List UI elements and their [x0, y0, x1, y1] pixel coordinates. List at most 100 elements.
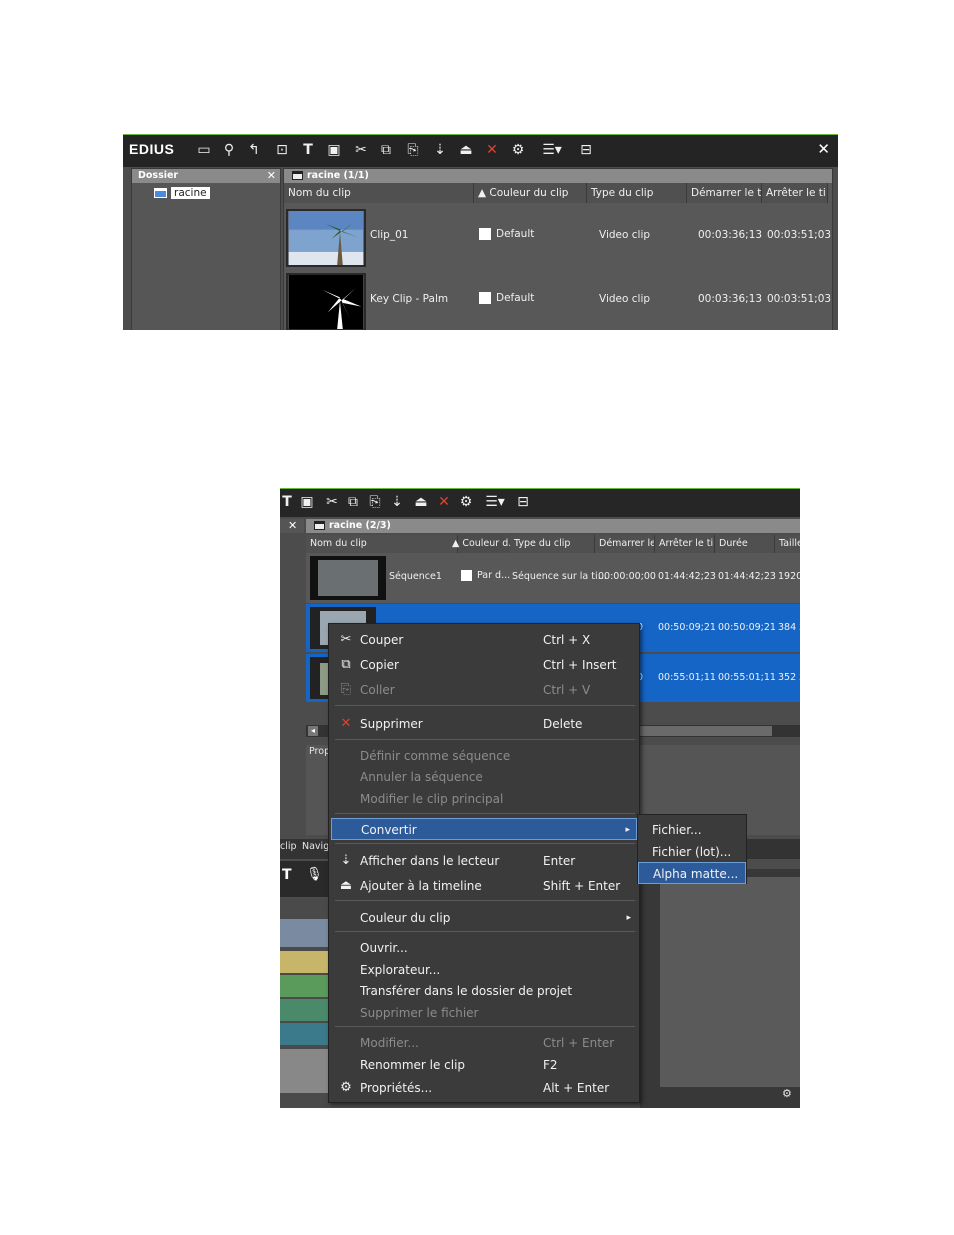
column-header[interactable]: Type du clip: [510, 535, 595, 553]
copy-icon[interactable]: ⧉: [344, 493, 362, 511]
submenu-item-fichier[interactable]: Fichier...: [638, 819, 746, 841]
microphone-icon[interactable]: 🎙: [306, 867, 323, 882]
column-header[interactable]: Arrêter le ti...: [655, 535, 715, 553]
search-icon[interactable]: ⚲: [220, 141, 238, 159]
menu-item-definir-sequence: Définir comme séquence: [329, 745, 639, 767]
folder-icon[interactable]: ▭: [195, 141, 213, 159]
scrollbar-thumb[interactable]: [636, 726, 772, 736]
clip-duration: 00:55:01;11: [718, 672, 776, 683]
preview-pane: ⚙: [640, 869, 800, 1108]
menu-separator: [335, 843, 635, 844]
clip-end: 01:44:42;23: [658, 571, 716, 582]
menu-item-couleur-clip[interactable]: Couleur du clip ▸: [329, 907, 639, 929]
paste-icon[interactable]: ⎘: [404, 141, 422, 159]
delete-icon[interactable]: ✕: [483, 141, 501, 159]
submenu-item-fichier-lot[interactable]: Fichier (lot)...: [638, 841, 746, 863]
close-icon[interactable]: ✕: [817, 140, 830, 158]
title-icon[interactable]: T: [282, 867, 292, 883]
add-timeline-icon[interactable]: ⏏: [412, 493, 430, 511]
submenu-item-label: Fichier...: [652, 823, 702, 837]
menu-item-explorateur[interactable]: Explorateur...: [329, 959, 639, 981]
player-icon[interactable]: ⇣: [431, 141, 449, 159]
menu-item-convertir[interactable]: Convertir ▸: [331, 818, 637, 840]
player-icon[interactable]: ⇣: [388, 493, 406, 511]
track-empty[interactable]: [280, 1049, 330, 1093]
tab-clip[interactable]: clip: [280, 841, 297, 852]
table-row[interactable]: Clip_01 Default Video clip 00:03:36;13 0…: [284, 207, 832, 267]
column-header[interactable]: Démarrer le ti...: [687, 183, 762, 203]
track-audio[interactable]: [280, 999, 330, 1021]
toolbar: T ▣ ✂ ⧉ ⎘ ⇣ ⏏ ✕ ⚙ ☰▾ ⊟: [280, 489, 800, 517]
submenu-item-alpha-matte[interactable]: Alpha matte...: [638, 862, 746, 884]
copy-icon[interactable]: ⧉: [377, 141, 395, 159]
scroll-left-icon[interactable]: ◂: [308, 726, 318, 736]
column-header[interactable]: ▲ Couleur d...: [448, 535, 510, 553]
bin-icon[interactable]: ⊟: [514, 493, 532, 511]
column-header[interactable]: Durée: [715, 535, 775, 553]
track-audio[interactable]: [280, 975, 330, 997]
convert-submenu: Fichier... Fichier (lot)... Alpha matte.…: [637, 814, 747, 884]
view-icon[interactable]: ☰▾: [480, 493, 510, 511]
tree-item-root[interactable]: racine: [154, 186, 210, 202]
properties-icon[interactable]: ⚙: [509, 141, 527, 159]
track-video[interactable]: [280, 919, 330, 947]
timeline-toolbar: T 🎙: [280, 861, 330, 897]
menu-item-label: Modifier...: [360, 1036, 419, 1050]
clip-start: 00:00:00;00: [598, 571, 656, 582]
column-header[interactable]: Démarrer le ...: [595, 535, 655, 553]
clip-end: 00:03:51;03: [767, 229, 832, 241]
menu-item-coller: ⎘ Coller Ctrl + V: [329, 679, 639, 701]
monitor-icon[interactable]: ▣: [298, 493, 316, 511]
column-header[interactable]: Nom du clip: [284, 183, 474, 203]
clip-pane-title: racine (2/3): [329, 520, 391, 531]
column-header[interactable]: ▲ Couleur du clip: [474, 183, 587, 203]
column-header[interactable]: Type du clip: [587, 183, 687, 203]
menu-item-label: Coller: [360, 683, 395, 697]
column-header[interactable]: Nom du clip: [306, 535, 458, 553]
import-icon[interactable]: ⊡: [273, 141, 291, 159]
properties-icon[interactable]: ⚙: [457, 493, 475, 511]
menu-item-label: Explorateur...: [360, 963, 441, 977]
menu-item-ajouter-timeline[interactable]: ⏏ Ajouter à la timeline Shift + Enter: [329, 875, 639, 897]
menu-item-afficher-lecteur[interactable]: ⇣ Afficher dans le lecteur Enter: [329, 850, 639, 872]
menu-separator: [335, 931, 635, 932]
menu-item-shortcut: Delete: [543, 717, 583, 731]
scissors-icon[interactable]: ✂: [323, 493, 341, 511]
up-icon[interactable]: ↰: [245, 141, 263, 159]
menu-item-shortcut: Enter: [543, 854, 576, 868]
table-row[interactable]: Key Clip - Palm Default Video clip 00:03…: [284, 271, 831, 330]
menu-item-label: Afficher dans le lecteur: [360, 854, 500, 868]
menu-item-couper[interactable]: ✂ Couper Ctrl + X: [329, 629, 639, 651]
menu-separator: [335, 900, 635, 901]
menu-item-label: Ouvrir...: [360, 941, 408, 955]
menu-item-transferer[interactable]: Transférer dans le dossier de projet: [329, 980, 639, 1002]
scissors-icon[interactable]: ✂: [352, 141, 370, 159]
delete-icon[interactable]: ✕: [435, 493, 453, 511]
menu-item-ouvrir[interactable]: Ouvrir...: [329, 937, 639, 959]
menu-separator: [335, 813, 635, 814]
view-icon[interactable]: ☰▾: [537, 141, 567, 159]
title-icon[interactable]: T: [299, 141, 317, 159]
menu-item-supprimer[interactable]: ✕ Supprimer Delete: [329, 713, 639, 735]
menu-item-shortcut: Shift + Enter: [543, 879, 621, 893]
column-header[interactable]: Taille: [775, 535, 800, 553]
close-icon[interactable]: ✕: [288, 519, 297, 532]
paste-icon[interactable]: ⎘: [366, 493, 384, 511]
monitor-icon[interactable]: ▣: [325, 141, 343, 159]
close-icon[interactable]: ✕: [267, 169, 276, 183]
column-header[interactable]: Arrêter le ti...: [762, 183, 828, 203]
table-row[interactable]: Séquence1 Par d... Séquence sur la ti...…: [306, 553, 800, 603]
track-title[interactable]: [280, 951, 330, 973]
add-timeline-icon[interactable]: ⏏: [457, 141, 475, 159]
tab-navigator[interactable]: Navig: [302, 841, 329, 852]
menu-item-proprietes[interactable]: ⚙ Propriétés... Alt + Enter: [329, 1077, 639, 1099]
track-audio[interactable]: [280, 1023, 330, 1045]
menu-item-copier[interactable]: ⧉ Copier Ctrl + Insert: [329, 654, 639, 676]
menu-item-renommer[interactable]: Renommer le clip F2: [329, 1054, 639, 1076]
properties-tab-label[interactable]: Prop: [309, 746, 330, 757]
properties-icon[interactable]: ⚙: [782, 1087, 792, 1100]
bin-window-screenshot-1: EDIUS ▭ ⚲ ↰ ⊡ T ▣ ✂ ⧉ ⎘ ⇣ ⏏ ✕ ⚙ ☰▾ ⊟ ✕ D…: [123, 134, 838, 330]
clip-type: Video clip: [599, 229, 651, 241]
title-icon[interactable]: T: [280, 493, 296, 511]
bin-icon[interactable]: ⊟: [577, 141, 595, 159]
